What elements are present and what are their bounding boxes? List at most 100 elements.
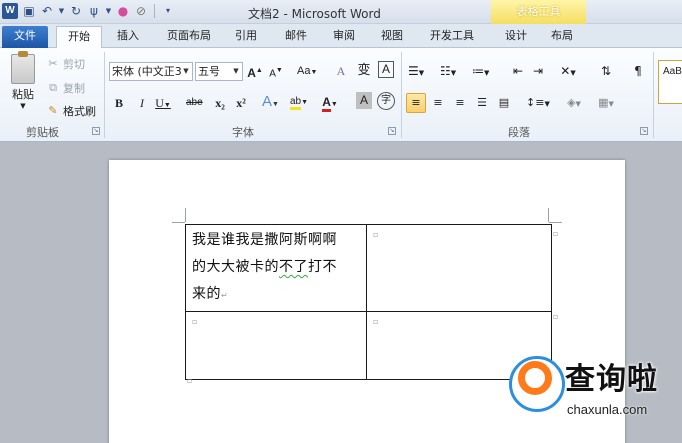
font-color-button[interactable]: A▼: [322, 92, 338, 112]
bold-button[interactable]: B: [111, 93, 127, 113]
tab-mailings[interactable]: 邮件: [276, 26, 316, 48]
italic-button[interactable]: I: [134, 93, 150, 113]
grow-font-button[interactable]: A▲: [247, 61, 263, 81]
color-icon[interactable]: ●: [116, 4, 130, 18]
underline-button[interactable]: U▼: [155, 93, 171, 113]
decrease-indent-button[interactable]: ⇤: [510, 61, 526, 81]
borders-button[interactable]: ▦▼: [598, 93, 614, 113]
increase-indent-button[interactable]: ⇥: [530, 61, 546, 81]
brush-icon: ✎: [48, 104, 58, 117]
group-separator: [653, 52, 654, 138]
tab-page-layout[interactable]: 页面布局: [156, 26, 222, 48]
cell-text-line: 打不: [308, 259, 337, 275]
tab-review[interactable]: 审阅: [324, 26, 364, 48]
watermark-title: 查询啦: [565, 362, 658, 397]
subscript-button[interactable]: x₂: [212, 93, 228, 113]
clear-icon[interactable]: ⊘: [134, 4, 148, 18]
highlight-label: ab: [290, 96, 302, 110]
superscript-button[interactable]: x²: [233, 93, 249, 113]
superscript-label: x²: [236, 96, 246, 110]
line-spacing-button[interactable]: ↕≡▼: [526, 93, 550, 113]
multilevel-list-button[interactable]: ≔▼: [472, 61, 489, 81]
tab-design[interactable]: 设计: [496, 26, 536, 48]
format-painter-button[interactable]: ✎ 格式刷: [46, 103, 96, 119]
cell-paragraph[interactable]: 我是谁我是撒阿斯啊啊 的大大被卡的不了打不 来的↵: [192, 227, 360, 309]
table-cell[interactable]: 我是谁我是撒阿斯啊啊 的大大被卡的不了打不 来的↵: [185, 224, 367, 312]
table-cell[interactable]: ▫: [366, 224, 552, 312]
document-table[interactable]: 我是谁我是撒阿斯啊啊 的大大被卡的不了打不 来的↵ ▫ ▫ ▫: [185, 224, 552, 380]
copy-button[interactable]: ⧉ 复制: [46, 80, 85, 96]
character-border-button[interactable]: A: [378, 61, 394, 78]
clear-formatting-button[interactable]: A: [333, 61, 349, 81]
format-painter-label: 格式刷: [63, 105, 96, 118]
show-marks-button[interactable]: ¶: [630, 61, 646, 81]
enclose-characters-label: 字: [381, 95, 391, 106]
tab-layout[interactable]: 布局: [542, 26, 582, 48]
table-cell[interactable]: ▫: [185, 311, 367, 380]
paragraph-mark-icon: ↵: [221, 291, 229, 300]
font-size-combo[interactable]: 五号 ▼: [195, 62, 243, 81]
font-name-combo[interactable]: 宋体 (中文正3 ▼: [109, 62, 193, 81]
tab-home[interactable]: 开始: [56, 26, 102, 48]
align-right-button[interactable]: ≡: [452, 93, 468, 113]
ribbon-tab-bar: 文件 开始 插入 页面布局 引用 邮件 审阅 视图 开发工具 设计 布局: [0, 24, 682, 72]
align-center-button[interactable]: ≡: [430, 93, 446, 113]
customize-icon[interactable]: ▾: [161, 4, 175, 18]
tab-view[interactable]: 视图: [372, 26, 412, 48]
chevron-down-icon[interactable]: ▼: [105, 4, 112, 18]
crop-mark: [172, 222, 185, 223]
chevron-down-icon[interactable]: ▼: [181, 63, 191, 80]
paste-button[interactable]: 粘贴 ▼: [6, 51, 40, 110]
dialog-launcher-icon[interactable]: ↘: [388, 127, 396, 135]
undo-icon[interactable]: ↶: [40, 4, 54, 18]
cut-label: 剪切: [63, 58, 85, 71]
tab-file[interactable]: 文件: [2, 26, 48, 48]
highlight-button[interactable]: ab▼: [290, 92, 308, 112]
chevron-down-icon[interactable]: ▼: [231, 63, 241, 80]
shrink-font-button[interactable]: A▼: [268, 61, 284, 81]
character-border-label: A: [381, 62, 390, 76]
sort-button[interactable]: ⇅: [598, 61, 614, 81]
change-case-button[interactable]: Aa▼: [297, 61, 317, 81]
word-app-icon[interactable]: W: [2, 3, 18, 19]
copy-label: 复制: [63, 82, 85, 95]
crop-mark: [548, 208, 549, 222]
paragraph-group-label: 段落: [508, 126, 530, 139]
row-end-marker-icon: ▫: [553, 312, 559, 321]
shading-button[interactable]: ◈▼: [566, 93, 582, 113]
dialog-launcher-icon[interactable]: ↘: [640, 127, 648, 135]
align-left-button[interactable]: ≡: [406, 93, 426, 113]
numbering-button[interactable]: ☷▼: [440, 61, 456, 81]
site-watermark: 查询啦 chaxunla.com: [505, 352, 682, 427]
phonetic-guide-button[interactable]: 变: [356, 61, 372, 81]
chevron-down-icon[interactable]: ▼: [58, 4, 65, 18]
tab-insert[interactable]: 插入: [106, 26, 150, 48]
tab-references[interactable]: 引用: [226, 26, 266, 48]
paste-label: 粘贴: [12, 88, 34, 101]
crop-mark: [185, 208, 186, 222]
ribbon: 粘贴 ▼ ✂ 剪切 ⧉ 复制 ✎ 格式刷 剪贴板 ↘ 宋体 (中文正3 ▼ 五号…: [0, 48, 682, 142]
enclose-characters-button[interactable]: 字: [377, 92, 395, 110]
distributed-button[interactable]: ▤: [496, 93, 512, 113]
bullets-button[interactable]: ☰▼: [408, 61, 424, 81]
tab-developer[interactable]: 开发工具: [420, 26, 484, 48]
text-effects-button[interactable]: A▼: [262, 92, 279, 112]
scissors-icon: ✂: [48, 57, 58, 70]
subscript-label: x₂: [215, 96, 225, 110]
dialog-launcher-icon[interactable]: ↘: [92, 127, 100, 135]
asian-layout-button[interactable]: ✕▼: [560, 61, 576, 81]
shrink-font-label: A: [269, 68, 276, 80]
cut-button[interactable]: ✂ 剪切: [46, 56, 85, 72]
group-separator: [104, 52, 105, 138]
redo-icon[interactable]: ↻: [69, 4, 83, 18]
clear-formatting-label: A: [336, 64, 346, 78]
separator: [154, 4, 155, 18]
styles-gallery-item[interactable]: AaB: [658, 60, 682, 104]
cell-text-line: 的大大被卡的: [192, 259, 279, 275]
chevron-down-icon: ▼: [20, 102, 26, 110]
save-icon[interactable]: ▣: [22, 4, 36, 18]
justify-button[interactable]: ☰: [474, 93, 490, 113]
character-shading-button[interactable]: A: [356, 92, 372, 109]
strikethrough-button[interactable]: abe: [186, 93, 203, 113]
repeat-icon[interactable]: ψ: [87, 4, 101, 18]
